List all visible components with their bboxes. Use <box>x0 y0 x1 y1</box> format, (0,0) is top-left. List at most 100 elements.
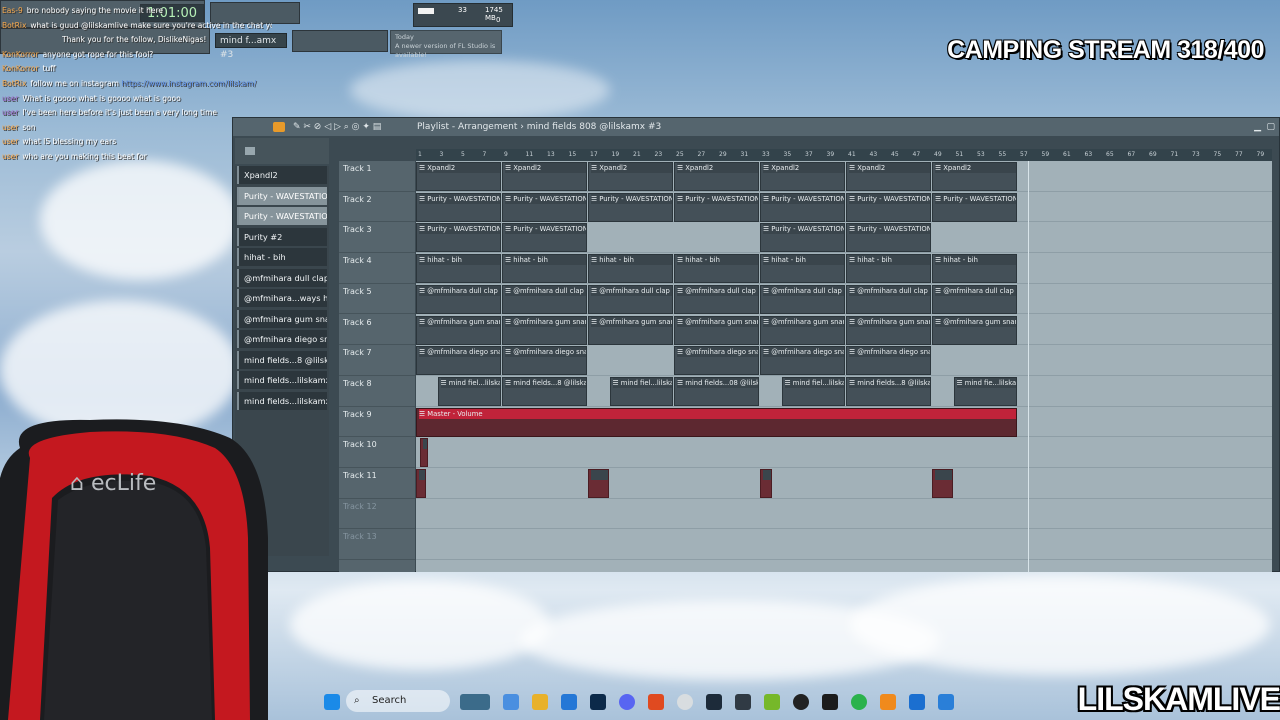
track-header[interactable]: Track 12 <box>339 499 415 530</box>
pattern-clip[interactable]: ☰ Purity - WAVESTATION #2 <box>760 223 845 253</box>
pattern-clip[interactable]: ☰ hihat - bih <box>588 254 673 284</box>
pattern-clip[interactable]: ☰ Purity - WAVESTATION #3 <box>674 192 759 222</box>
pattern-clip[interactable]: ☰ Purity - WAVESTATION #3 <box>502 192 587 222</box>
track-header[interactable]: Track 6 <box>339 315 415 346</box>
pattern-clip[interactable]: ☰ @mfmihara gum snare <box>674 315 759 345</box>
track-header[interactable]: Track 11 <box>339 468 415 499</box>
pattern-clip[interactable]: ☰ @mfmihara dull clap <box>846 284 931 314</box>
pattern-clip[interactable]: ☰ Purity - WAVESTATION #3 <box>932 192 1017 222</box>
pattern-clip[interactable]: ☰ @mfmihara diego snare <box>416 346 501 376</box>
pattern-clip[interactable]: ☰ mind fields...8 @lilskamx #3 <box>502 376 587 406</box>
pattern-clip[interactable]: ☰ @mfmihara diego snare <box>760 346 845 376</box>
pattern-clip[interactable]: ☰ @mfmihara gum snare <box>588 315 673 345</box>
pattern-clip[interactable]: ☰ @mfmihara dull clap <box>416 284 501 314</box>
pattern-clip[interactable] <box>932 469 953 498</box>
pattern-clip[interactable]: ☰ hihat - bih <box>502 254 587 284</box>
fl-studio-icon[interactable] <box>880 694 896 710</box>
picker-item[interactable]: mind fields...8 @lilskamx <box>237 350 327 369</box>
pattern-clip[interactable]: ☰ Xpandl2 <box>932 162 1017 191</box>
track-lane[interactable] <box>416 529 1272 561</box>
picker-item[interactable]: Purity - WAVESTATION #3 <box>237 207 327 225</box>
track-lane[interactable] <box>416 499 1272 530</box>
pattern-clip[interactable]: ☰ @mfmihara gum snare <box>502 315 587 345</box>
track-header[interactable]: Track 7 <box>339 345 415 376</box>
brave-icon[interactable] <box>648 694 664 710</box>
track-lane[interactable] <box>416 437 1272 468</box>
track-header[interactable]: Track 4 <box>339 253 415 284</box>
pattern-clip[interactable] <box>416 469 426 498</box>
pattern-clip[interactable]: ☰ Xpandl2 <box>502 162 587 191</box>
app-blue-icon[interactable] <box>909 694 925 710</box>
pattern-clip[interactable]: ☰ Xpandl2 <box>674 162 759 191</box>
picker-item[interactable]: Purity #2 <box>237 227 327 246</box>
arrangement-grid[interactable]: ☰ Xpandl2 ☰ Xpandl2 ☰ Xpandl2 ☰ Xpandl2 ☰ Xp… <box>416 161 1272 572</box>
update-hint[interactable]: Today A newer version of FL Studio is av… <box>390 30 502 59</box>
app-green-icon[interactable] <box>764 694 780 710</box>
pattern-clip[interactable]: ☰ Xpandl2 <box>416 162 501 191</box>
pattern-clip[interactable]: ☰ Purity - WAVESTATION #3 <box>760 192 845 222</box>
track-header[interactable]: Track 9 <box>339 407 415 438</box>
chat-link[interactable]: https://www.instagram.com/lilskam/ <box>121 79 256 88</box>
pattern-clip[interactable]: ☰ Purity - WAVESTATION #2 <box>846 223 931 253</box>
pattern-clip[interactable]: ☰ Master - Volume <box>416 407 1017 437</box>
chrome-icon[interactable] <box>677 694 693 710</box>
pattern-clip[interactable]: ☰ Xpandl2 <box>846 162 931 191</box>
pattern-clip[interactable]: ☰ @mfmihara gum snare <box>932 315 1017 345</box>
track-header[interactable]: Track 3 <box>339 222 415 254</box>
file-explorer-icon[interactable] <box>532 694 548 710</box>
pattern-clip[interactable]: ☰ Purity - WAVESTATION #3 <box>846 192 931 222</box>
track-header[interactable]: Track 5 <box>339 284 415 315</box>
copilot-icon[interactable] <box>503 694 519 710</box>
track-header[interactable]: Track 13 <box>339 529 415 561</box>
track-header[interactable]: Track 1 <box>339 161 415 192</box>
pattern-clip[interactable]: ☰ @mfmihara diego snare <box>846 346 931 376</box>
picker-item[interactable]: hihat - bih <box>237 248 327 266</box>
pattern-clip[interactable]: ☰ hihat - bih <box>674 254 759 284</box>
pattern-clip[interactable]: ☰ @mfmihara gum snare <box>760 315 845 345</box>
pattern-clip[interactable]: ☰ @mfmihara diego snare <box>502 346 587 376</box>
playhead[interactable] <box>1028 161 1029 572</box>
taskbar-search[interactable]: ⌕ Search <box>346 690 450 712</box>
pattern-clip[interactable]: ☰ mind fiel...lilskamx <box>609 376 673 406</box>
steam-icon[interactable] <box>706 694 722 710</box>
pattern-clip[interactable] <box>588 469 609 498</box>
picker-item[interactable]: mind fields...lilskamx #2 <box>237 391 327 410</box>
pattern-clip[interactable]: ☰ @mfmihara gum snare <box>416 315 501 345</box>
picker-item[interactable]: @mfmihara...ways hihat <box>237 289 327 307</box>
pattern-clip[interactable]: ☰ hihat - bih <box>846 254 931 284</box>
pattern-clip[interactable]: ☰ @mfmihara dull clap <box>932 284 1017 314</box>
pattern-clip[interactable]: ☰ mind fiel...lilskamx <box>781 376 845 406</box>
pattern-clip[interactable]: ☰ mind fie...lilskamx <box>953 376 1017 406</box>
app-4k-icon[interactable] <box>793 694 809 710</box>
picker-item[interactable]: @mfmihara gum snare <box>237 309 327 328</box>
pattern-clip[interactable]: ☰ @mfmihara gum snare <box>846 315 931 345</box>
windows-start-icon[interactable] <box>324 694 340 710</box>
pattern-clip[interactable]: ☰ Purity - WAVESTATION #2 <box>416 223 501 253</box>
pattern-clip[interactable]: ☰ Purity - WAVESTATION #3 <box>416 192 501 222</box>
pattern-clip[interactable]: ☰ @mfmihara diego snare <box>674 346 759 376</box>
pattern-clip[interactable] <box>420 438 428 468</box>
picker-item[interactable]: Purity - WAVESTATION #2 <box>237 186 327 205</box>
app-icon[interactable] <box>735 694 751 710</box>
maximize-icon[interactable]: ▢ <box>1266 118 1275 136</box>
pattern-clip[interactable]: ☰ @mfmihara dull clap <box>760 284 845 314</box>
tool-buttons[interactable] <box>292 30 388 52</box>
store-icon[interactable] <box>561 694 577 710</box>
photoshop-icon[interactable] <box>590 694 606 710</box>
app-green2-icon[interactable] <box>851 694 867 710</box>
weather-widget-icon[interactable] <box>460 694 490 710</box>
pattern-clip[interactable]: ☰ Xpandl2 <box>588 162 673 191</box>
pattern-clip[interactable]: ☰ Purity - WAVESTATION #3 <box>588 192 673 222</box>
track-header[interactable]: Track 10 <box>339 437 415 468</box>
track-header[interactable]: Track 2 <box>339 192 415 223</box>
pattern-icon[interactable] <box>245 147 255 155</box>
pattern-clip[interactable]: ☰ hihat - bih <box>932 254 1017 284</box>
timeline-ruler[interactable]: 1 3 5 7 9 11 13 15 17 19 21 23 25 27 29 31 33 35 37 39 41 43 4… <box>416 149 1272 161</box>
pattern-clip[interactable]: ☰ mind fields...08 @lilskamx <box>674 376 759 406</box>
minimize-icon[interactable]: ▁ <box>1254 118 1261 136</box>
pattern-clip[interactable]: ☰ mind fiel...lilskamx <box>437 376 501 406</box>
playlist-titlebar[interactable]: ✎ ✂ ⊘ ◁ ▷ ⌕ ◎ ✦ ▤ Playlist - Arrangement… <box>233 118 1279 136</box>
picker-item[interactable]: @mfmihara dull clap <box>237 268 327 287</box>
track-header[interactable]: Track 8 <box>339 376 415 407</box>
draw-tool-icon[interactable] <box>273 122 285 132</box>
